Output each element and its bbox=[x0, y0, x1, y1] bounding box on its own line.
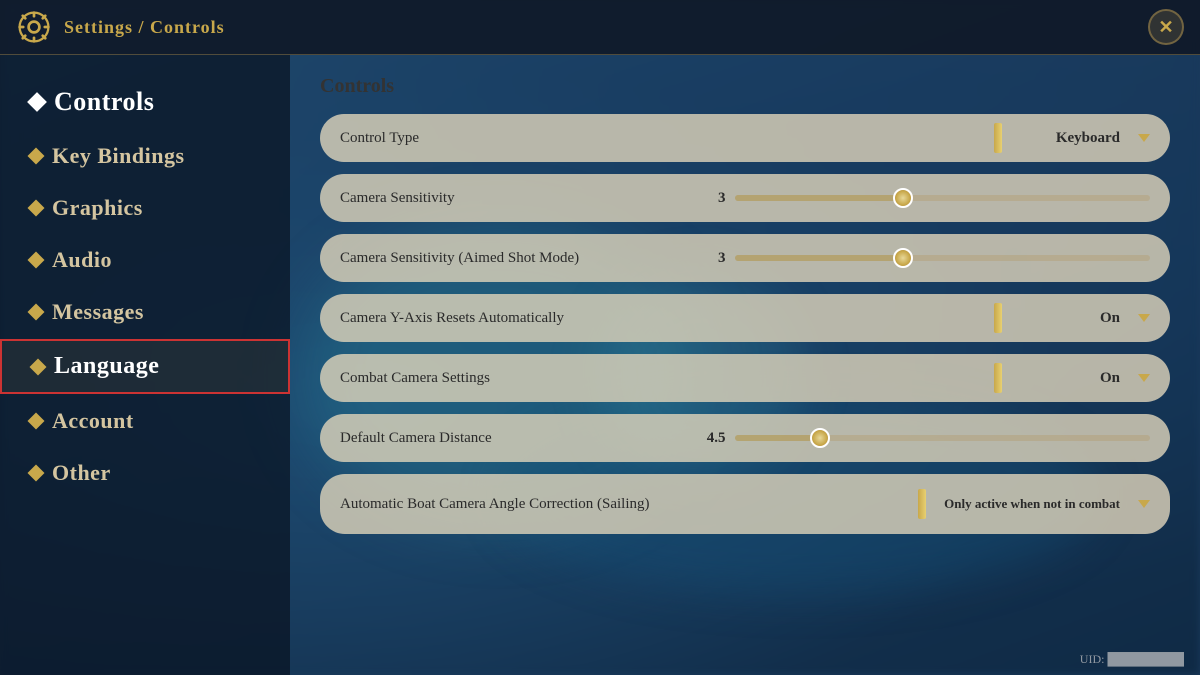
window-title: Settings / Controls bbox=[64, 17, 225, 38]
setting-row-boat-camera[interactable]: Automatic Boat Camera Angle Correction (… bbox=[320, 474, 1170, 534]
boat-camera-label: Automatic Boat Camera Angle Correction (… bbox=[340, 496, 908, 513]
diamond-icon bbox=[28, 465, 45, 482]
panel-title: Controls bbox=[320, 75, 1170, 98]
setting-row-camera-sensitivity[interactable]: Camera Sensitivity 3 bbox=[320, 174, 1170, 222]
control-type-label: Control Type bbox=[340, 130, 984, 147]
top-bar: Settings / Controls ✕ bbox=[0, 0, 1200, 55]
camera-sensitivity-aimed-label: Camera Sensitivity (Aimed Shot Mode) bbox=[340, 250, 685, 267]
combat-camera-value: On bbox=[1020, 370, 1120, 387]
diamond-icon bbox=[28, 304, 45, 321]
sidebar-item-controls-label: Controls bbox=[54, 87, 154, 117]
slider-track bbox=[735, 435, 1150, 441]
combat-camera-label: Combat Camera Settings bbox=[340, 370, 984, 387]
camera-y-axis-value: On bbox=[1020, 310, 1120, 327]
setting-row-camera-sensitivity-aimed[interactable]: Camera Sensitivity (Aimed Shot Mode) 3 bbox=[320, 234, 1170, 282]
camera-y-axis-dropdown-arrow[interactable] bbox=[1138, 314, 1150, 322]
slider-track bbox=[735, 195, 1150, 201]
diamond-icon bbox=[28, 200, 45, 217]
gold-bar-boat-camera bbox=[918, 489, 926, 519]
gear-icon bbox=[16, 9, 52, 45]
sidebar-item-graphics[interactable]: Graphics bbox=[0, 183, 290, 233]
setting-row-default-camera-distance[interactable]: Default Camera Distance 4.5 bbox=[320, 414, 1170, 462]
sidebar-item-audio[interactable]: Audio bbox=[0, 235, 290, 285]
sidebar-item-account[interactable]: Account bbox=[0, 396, 290, 446]
sidebar-item-messages-label: Messages bbox=[52, 299, 144, 325]
diamond-icon bbox=[28, 148, 45, 165]
sidebar-item-keybindings-label: Key Bindings bbox=[52, 143, 185, 169]
default-camera-distance-value: 4.5 bbox=[695, 430, 725, 447]
camera-sensitivity-aimed-slider[interactable] bbox=[735, 255, 1150, 261]
slider-thumb[interactable] bbox=[810, 428, 830, 448]
sidebar-item-account-label: Account bbox=[52, 408, 134, 434]
sidebar-item-key-bindings[interactable]: Key Bindings bbox=[0, 131, 290, 181]
slider-track bbox=[735, 255, 1150, 261]
boat-camera-dropdown-arrow[interactable] bbox=[1138, 500, 1150, 508]
boat-camera-value: Only active when not in combat bbox=[944, 496, 1120, 513]
sidebar: Controls Key Bindings Graphics Audio Mes… bbox=[0, 55, 290, 675]
diamond-icon bbox=[28, 252, 45, 269]
slider-fill bbox=[735, 255, 901, 261]
control-type-dropdown-arrow[interactable] bbox=[1138, 134, 1150, 142]
setting-row-camera-y-axis[interactable]: Camera Y-Axis Resets Automatically On bbox=[320, 294, 1170, 342]
sidebar-item-language-label: Language bbox=[54, 353, 159, 380]
sidebar-item-other[interactable]: Other bbox=[0, 448, 290, 498]
setting-row-combat-camera[interactable]: Combat Camera Settings On bbox=[320, 354, 1170, 402]
gold-bar-combat-camera bbox=[994, 363, 1002, 393]
gold-bar-y-axis bbox=[994, 303, 1002, 333]
slider-fill bbox=[735, 195, 901, 201]
diamond-icon bbox=[28, 413, 45, 430]
sidebar-item-graphics-label: Graphics bbox=[52, 195, 143, 221]
setting-row-control-type[interactable]: Control Type Keyboard bbox=[320, 114, 1170, 162]
default-camera-distance-slider[interactable] bbox=[735, 435, 1150, 441]
control-type-value: Keyboard bbox=[1020, 130, 1120, 147]
combat-camera-dropdown-arrow[interactable] bbox=[1138, 374, 1150, 382]
slider-fill bbox=[735, 435, 818, 441]
sidebar-item-other-label: Other bbox=[52, 460, 111, 486]
sidebar-item-language[interactable]: Language bbox=[0, 339, 290, 394]
close-button[interactable]: ✕ bbox=[1148, 9, 1184, 45]
camera-sensitivity-value: 3 bbox=[695, 190, 725, 207]
right-panel: Controls Control Type Keyboard Camera Se… bbox=[290, 55, 1200, 675]
sidebar-item-messages[interactable]: Messages bbox=[0, 287, 290, 337]
camera-sensitivity-slider[interactable] bbox=[735, 195, 1150, 201]
sidebar-item-controls[interactable]: Controls bbox=[0, 75, 290, 129]
slider-thumb[interactable] bbox=[893, 188, 913, 208]
camera-sensitivity-label: Camera Sensitivity bbox=[340, 190, 685, 207]
diamond-icon bbox=[27, 92, 47, 112]
diamond-icon bbox=[30, 358, 47, 375]
gold-bar-control-type bbox=[994, 123, 1002, 153]
sidebar-item-audio-label: Audio bbox=[52, 247, 112, 273]
slider-thumb[interactable] bbox=[893, 248, 913, 268]
camera-y-axis-label: Camera Y-Axis Resets Automatically bbox=[340, 310, 984, 327]
default-camera-distance-label: Default Camera Distance bbox=[340, 430, 685, 447]
main-content: Controls Key Bindings Graphics Audio Mes… bbox=[0, 55, 1200, 675]
top-bar-left: Settings / Controls bbox=[16, 9, 225, 45]
camera-sensitivity-aimed-value: 3 bbox=[695, 250, 725, 267]
